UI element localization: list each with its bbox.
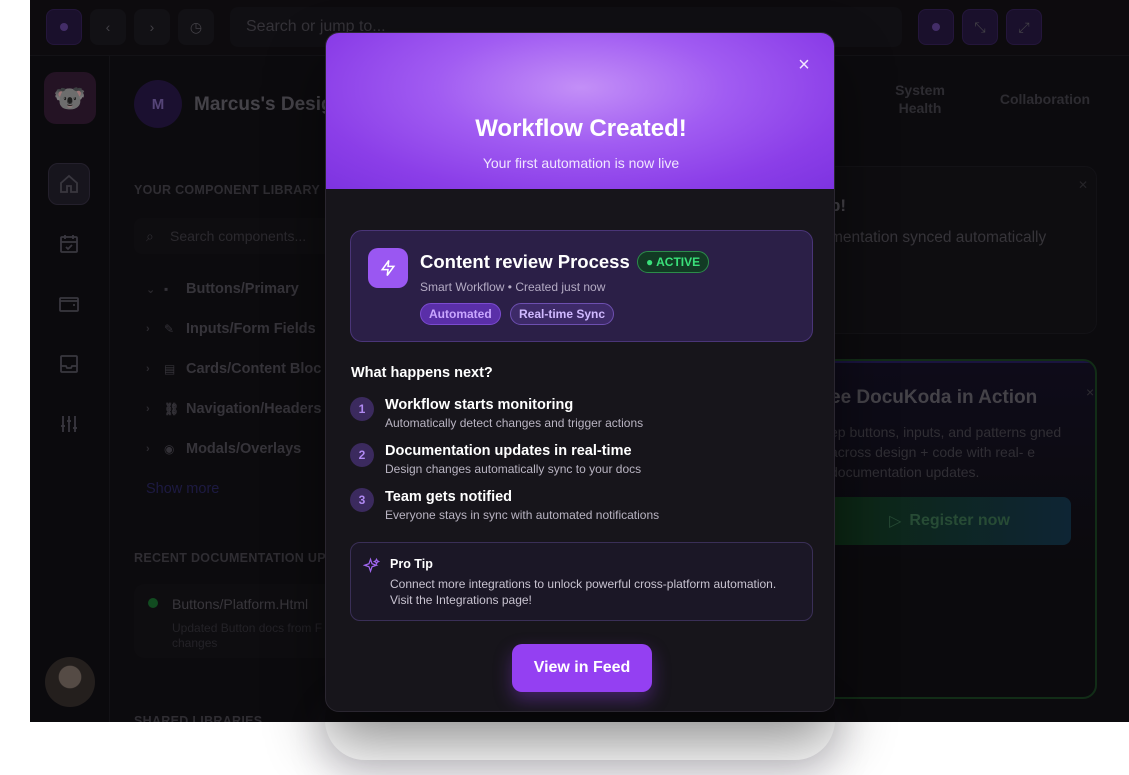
step-number: 2 [350,443,374,467]
step-description: Design changes automatically sync to you… [385,462,642,476]
pro-tip-title: Pro Tip [390,557,433,571]
tag-chip: Real-time Sync [510,303,615,325]
next-steps-heading: What happens next? [351,365,493,381]
workflow-card: Content review Process ● ACTIVE Smart Wo… [350,230,813,342]
workflow-title: Content review Process [420,251,630,272]
sparkle-icon [362,557,381,575]
modal-title: Workflow Created! [475,115,687,142]
modal-header: × Workflow Created! Your first automatio… [326,33,834,189]
step-title: Documentation updates in real-time [385,443,632,459]
view-in-feed-button[interactable]: View in Feed [512,644,652,692]
pro-tip-box: Pro Tip Connect more integrations to unl… [350,542,813,621]
step-number: 3 [350,488,374,512]
step-title: Workflow starts monitoring [385,397,574,413]
step-number: 1 [350,397,374,421]
step-title: Team gets notified [385,489,513,505]
step-description: Everyone stays in sync with automated no… [385,508,660,522]
step-description: Automatically detect changes and trigger… [385,416,644,430]
close-icon[interactable]: × [792,53,816,77]
lightning-icon [368,248,408,288]
modal-subtitle: Your first automation is now live [482,155,680,171]
status-badge: ● ACTIVE [637,251,710,273]
workflow-created-modal: × Workflow Created! Your first automatio… [325,32,835,712]
tag-chip: Automated [420,303,501,325]
workflow-meta: Smart Workflow • Created just now [420,280,606,294]
pro-tip-text: Connect more integrations to unlock powe… [390,577,777,607]
